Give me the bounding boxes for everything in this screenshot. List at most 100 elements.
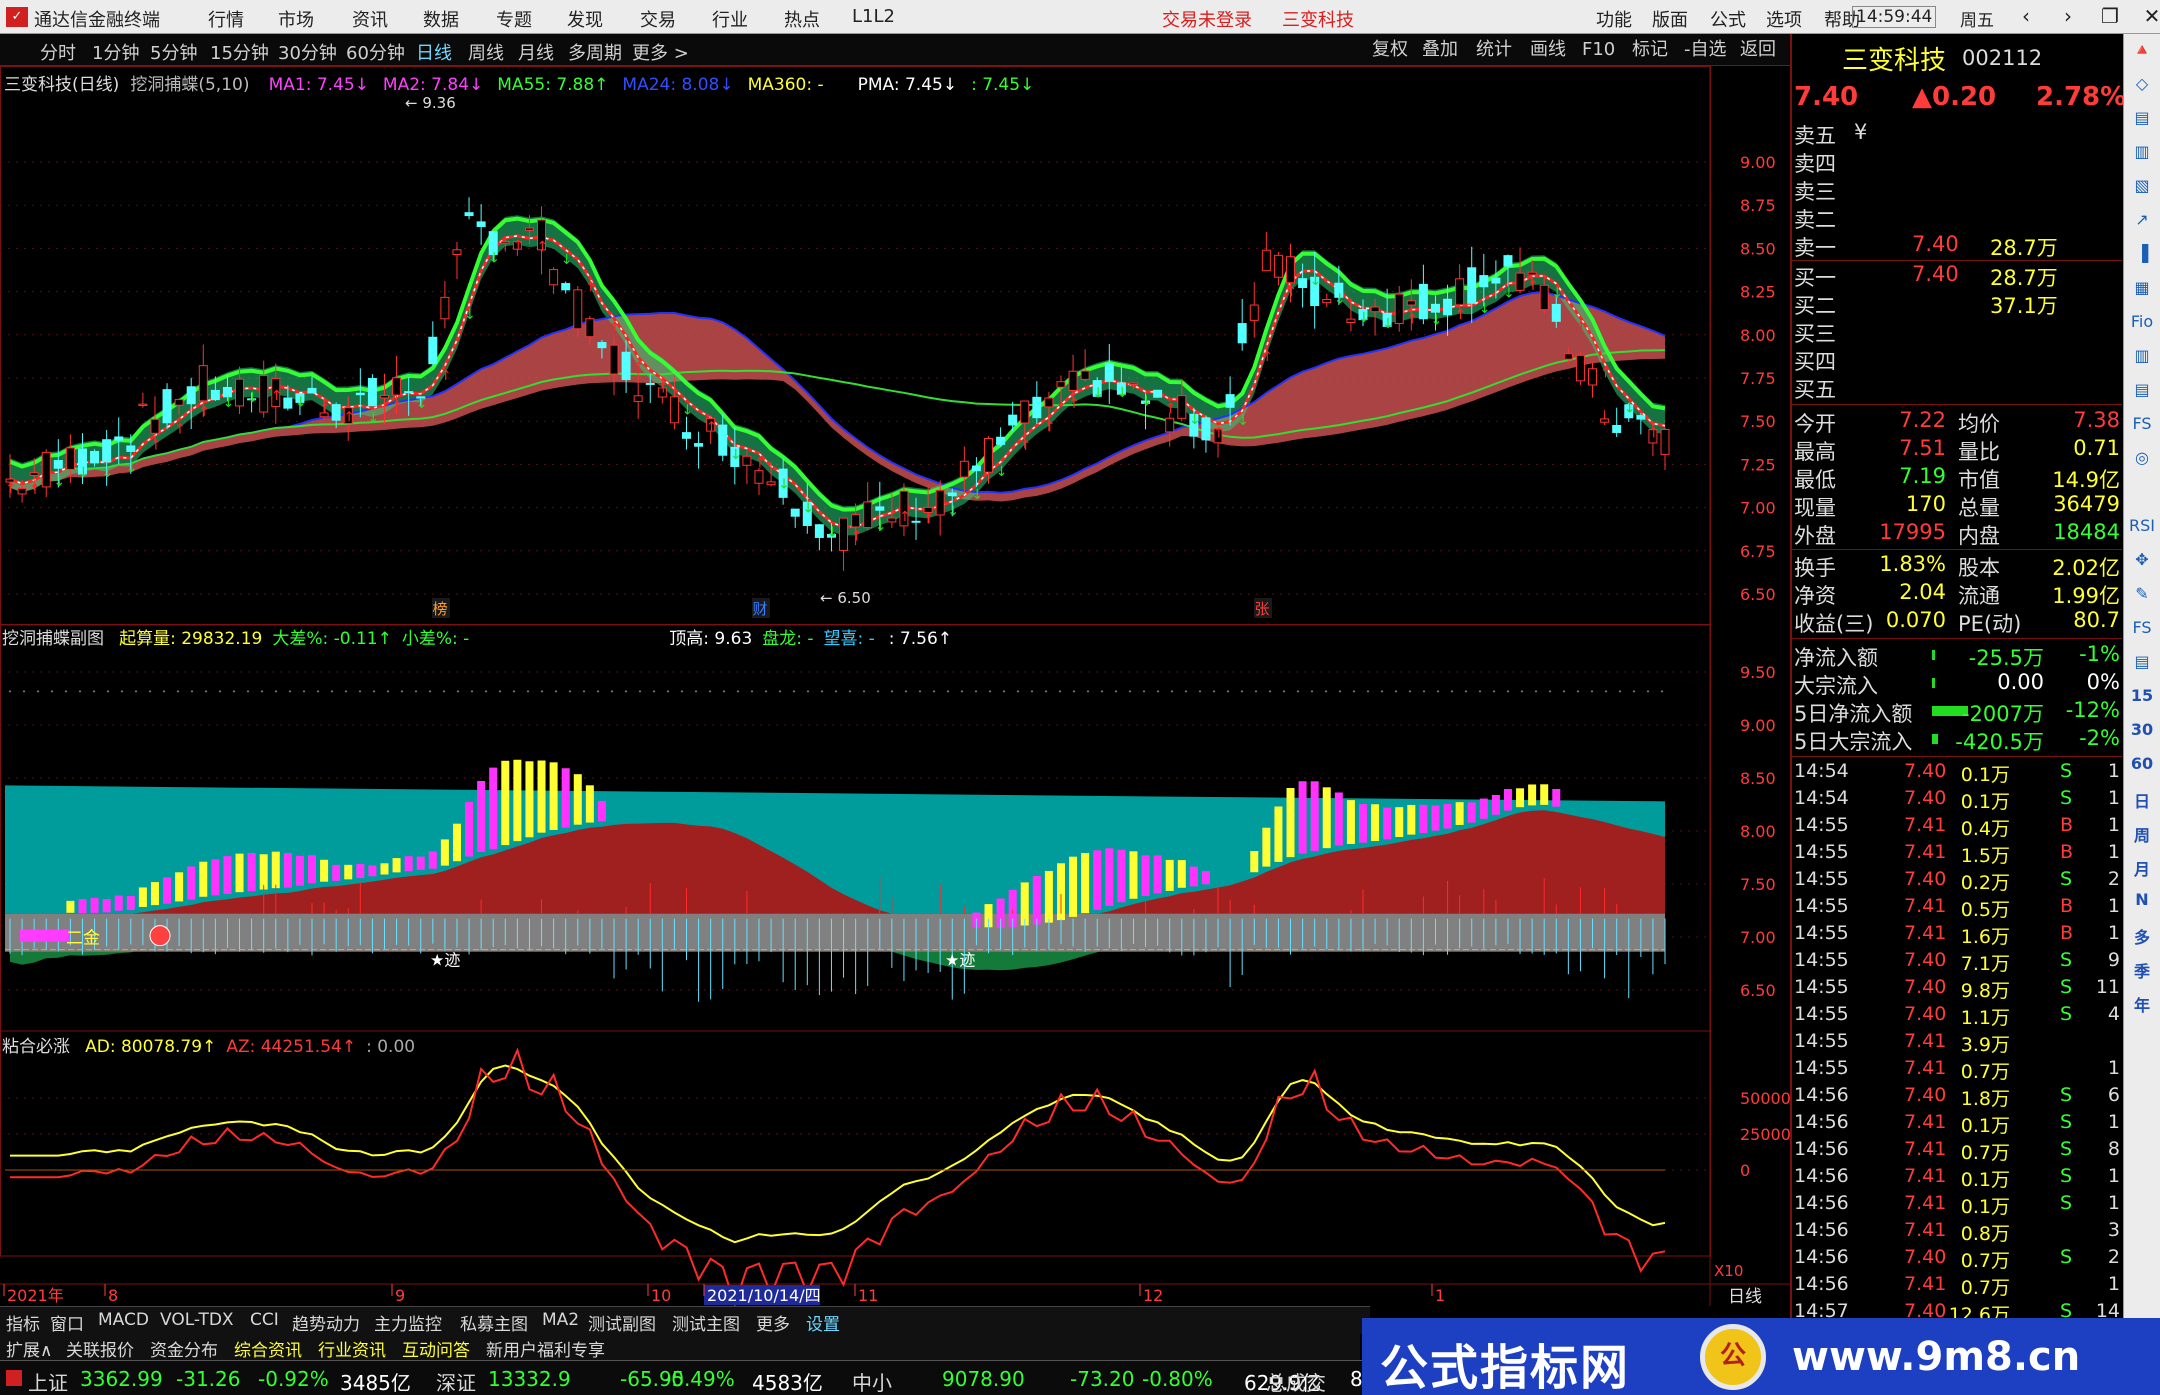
tick-row[interactable]: 14:55 7.40 0.2万 S 2 — [1792, 868, 2122, 896]
side-tool-icon[interactable]: ◇ — [2129, 74, 2155, 98]
info-tab[interactable]: 行业资讯 — [318, 1336, 386, 1361]
tick-row[interactable]: 14:55 7.41 1.6万 B 1 — [1792, 922, 2122, 950]
period-tab[interactable]: 15分钟 — [210, 39, 269, 65]
side-tool-icon[interactable]: 60 — [2129, 754, 2155, 778]
side-tool-icon[interactable]: ▐ — [2129, 244, 2155, 268]
menu-item[interactable]: 市场 — [278, 6, 314, 32]
tick-row[interactable]: 14:55 7.41 0.7万 1 — [1792, 1057, 2122, 1085]
period-tab[interactable]: 5分钟 — [150, 39, 197, 65]
menu-item[interactable]: L1L2 — [852, 6, 895, 27]
toolbar-button[interactable]: -自选 — [1684, 37, 1727, 63]
period-tab[interactable]: 30分钟 — [278, 39, 337, 65]
period-tab[interactable]: 1分钟 — [92, 39, 139, 65]
side-tool-icon[interactable]: FS — [2129, 414, 2155, 438]
side-tool-icon[interactable]: 30 — [2129, 720, 2155, 744]
right-menu-item[interactable]: 公式 — [1710, 6, 1746, 32]
close-button[interactable]: ✕ — [2136, 2, 2160, 30]
toolbar-button[interactable]: 叠加 — [1422, 37, 1458, 63]
toolbar-button[interactable]: 标记 — [1632, 37, 1668, 63]
side-tool-icon[interactable]: ↗ — [2129, 210, 2155, 234]
indicator-tab[interactable]: CCI — [250, 1310, 279, 1330]
info-tab[interactable]: 资金分布 — [150, 1336, 218, 1361]
side-tool-icon[interactable]: 🔺 — [2129, 40, 2155, 64]
side-tool-icon[interactable]: ▥ — [2129, 142, 2155, 166]
side-tool-icon[interactable]: 年 — [2129, 992, 2155, 1016]
site-banner[interactable]: 公式指标网 公 www.9m8.cn — [1362, 1318, 2160, 1395]
indicator-tab[interactable]: 测试副图 — [588, 1310, 656, 1335]
side-tool-icon[interactable]: ◎ — [2129, 448, 2155, 472]
period-tab[interactable]: 60分钟 — [346, 39, 405, 65]
period-tab[interactable]: 更多 > — [632, 39, 689, 65]
tick-row[interactable]: 14:56 7.40 0.7万 S 2 — [1792, 1246, 2122, 1274]
tick-row[interactable]: 14:55 7.41 0.5万 B 1 — [1792, 895, 2122, 923]
forward-button[interactable]: › — [2052, 2, 2084, 30]
sub2-title[interactable]: 粘合必涨 — [2, 1037, 70, 1057]
info-tab[interactable]: 综合资讯 — [234, 1336, 302, 1361]
indicator-tab[interactable]: 测试主图 — [672, 1310, 740, 1335]
side-tool-icon[interactable]: 周 — [2129, 822, 2155, 846]
menu-item[interactable]: 发现 — [567, 6, 603, 32]
tick-row[interactable]: 14:54 7.40 0.1万 S 1 — [1792, 760, 2122, 788]
indicator-tab[interactable]: MA2 — [542, 1310, 579, 1330]
period-tab[interactable]: 周线 — [468, 39, 504, 65]
side-tool-icon[interactable]: 季 — [2129, 958, 2155, 982]
menu-item[interactable]: 数据 — [423, 6, 459, 32]
indicator-tab[interactable]: MACD — [98, 1310, 149, 1330]
indicator-tab[interactable]: 设置 — [806, 1310, 840, 1335]
tick-row[interactable]: 14:56 7.41 0.1万 S 1 — [1792, 1192, 2122, 1220]
period-tab[interactable]: 日线 — [416, 39, 452, 65]
tick-row[interactable]: 14:54 7.40 0.1万 S 1 — [1792, 787, 2122, 815]
restore-button[interactable]: ❐ — [2094, 2, 2126, 30]
tick-row[interactable]: 14:56 7.40 1.8万 S 6 — [1792, 1084, 2122, 1112]
side-tool-icon[interactable]: RSI — [2129, 516, 2155, 540]
tick-row[interactable]: 14:56 7.41 0.1万 S 1 — [1792, 1111, 2122, 1139]
side-tool-icon[interactable]: ✎ — [2129, 584, 2155, 608]
side-tool-icon[interactable] — [2129, 482, 2155, 506]
side-tool-icon[interactable]: ▤ — [2129, 380, 2155, 404]
index-field[interactable]: 总成交 — [1266, 1367, 1326, 1395]
period-tab[interactable]: 多周期 — [568, 39, 622, 65]
side-tool-icon[interactable]: ▥ — [2129, 346, 2155, 370]
toolbar-button[interactable]: 返回 — [1740, 37, 1776, 63]
menu-item[interactable]: 行业 — [712, 6, 748, 32]
indicator-tab[interactable]: 趋势动力 — [292, 1310, 360, 1335]
info-tab[interactable]: 关联报价 — [66, 1336, 134, 1361]
toolbar-button[interactable]: 统计 — [1476, 37, 1512, 63]
menu-item[interactable]: 交易 — [640, 6, 676, 32]
indicator-tab[interactable]: 私募主图 — [460, 1310, 528, 1335]
tick-row[interactable]: 14:56 7.41 0.7万 1 — [1792, 1273, 2122, 1301]
indicator-tab[interactable]: 更多 — [756, 1310, 790, 1335]
menu-item[interactable]: 热点 — [784, 6, 820, 32]
tick-row[interactable]: 14:56 7.41 0.7万 S 8 — [1792, 1138, 2122, 1166]
tick-row[interactable]: 14:55 7.40 1.1万 S 4 — [1792, 1003, 2122, 1031]
indicator-tab[interactable]: 指标 — [6, 1310, 40, 1335]
side-tool-icon[interactable]: Fio — [2129, 312, 2155, 336]
side-tool-icon[interactable]: 月 — [2129, 856, 2155, 880]
side-tool-icon[interactable]: 多 — [2129, 924, 2155, 948]
tick-row[interactable]: 14:55 7.41 1.5万 B 1 — [1792, 841, 2122, 869]
tick-row[interactable]: 14:56 7.41 0.8万 3 — [1792, 1219, 2122, 1247]
right-menu-item[interactable]: 功能 — [1596, 6, 1632, 32]
toolbar-button[interactable]: 复权 — [1372, 37, 1408, 63]
info-tab[interactable]: 新用户福利专享 — [486, 1336, 605, 1361]
side-tool-icon[interactable]: ✥ — [2129, 550, 2155, 574]
side-tool-icon[interactable]: ▤ — [2129, 652, 2155, 676]
tick-row[interactable]: 14:55 7.41 0.4万 B 1 — [1792, 814, 2122, 842]
info-tab[interactable]: 扩展∧ — [6, 1336, 52, 1361]
side-tool-icon[interactable]: ▧ — [2129, 176, 2155, 200]
toolbar-button[interactable]: F10 — [1582, 37, 1615, 63]
period-tab[interactable]: 月线 — [518, 39, 554, 65]
chart-area[interactable]: 9.00 8.75 8.50 8.25 8.00 7.75 7.50 7.25 7.00 6.75… — [0, 66, 1790, 1306]
tick-row[interactable]: 14:55 7.40 9.8万 S 11 — [1792, 976, 2122, 1004]
index-field[interactable]: 深证 — [436, 1367, 476, 1395]
sub1-title[interactable]: 挖洞捕蝶副图 — [2, 629, 104, 649]
index-field[interactable]: 上证 — [28, 1367, 68, 1395]
info-tab[interactable]: 互动问答 — [402, 1336, 470, 1361]
main-indicator-name[interactable]: 挖洞捕蝶(5,10) — [130, 75, 249, 95]
side-tool-icon[interactable]: 15 — [2129, 686, 2155, 710]
menu-item[interactable]: 专题 — [496, 6, 532, 32]
menu-item[interactable]: 行情 — [208, 6, 244, 32]
index-field[interactable]: 中小 — [852, 1367, 892, 1395]
tick-row[interactable]: 14:55 7.41 3.9万 — [1792, 1030, 2122, 1058]
toolbar-button[interactable]: 画线 — [1530, 37, 1566, 63]
